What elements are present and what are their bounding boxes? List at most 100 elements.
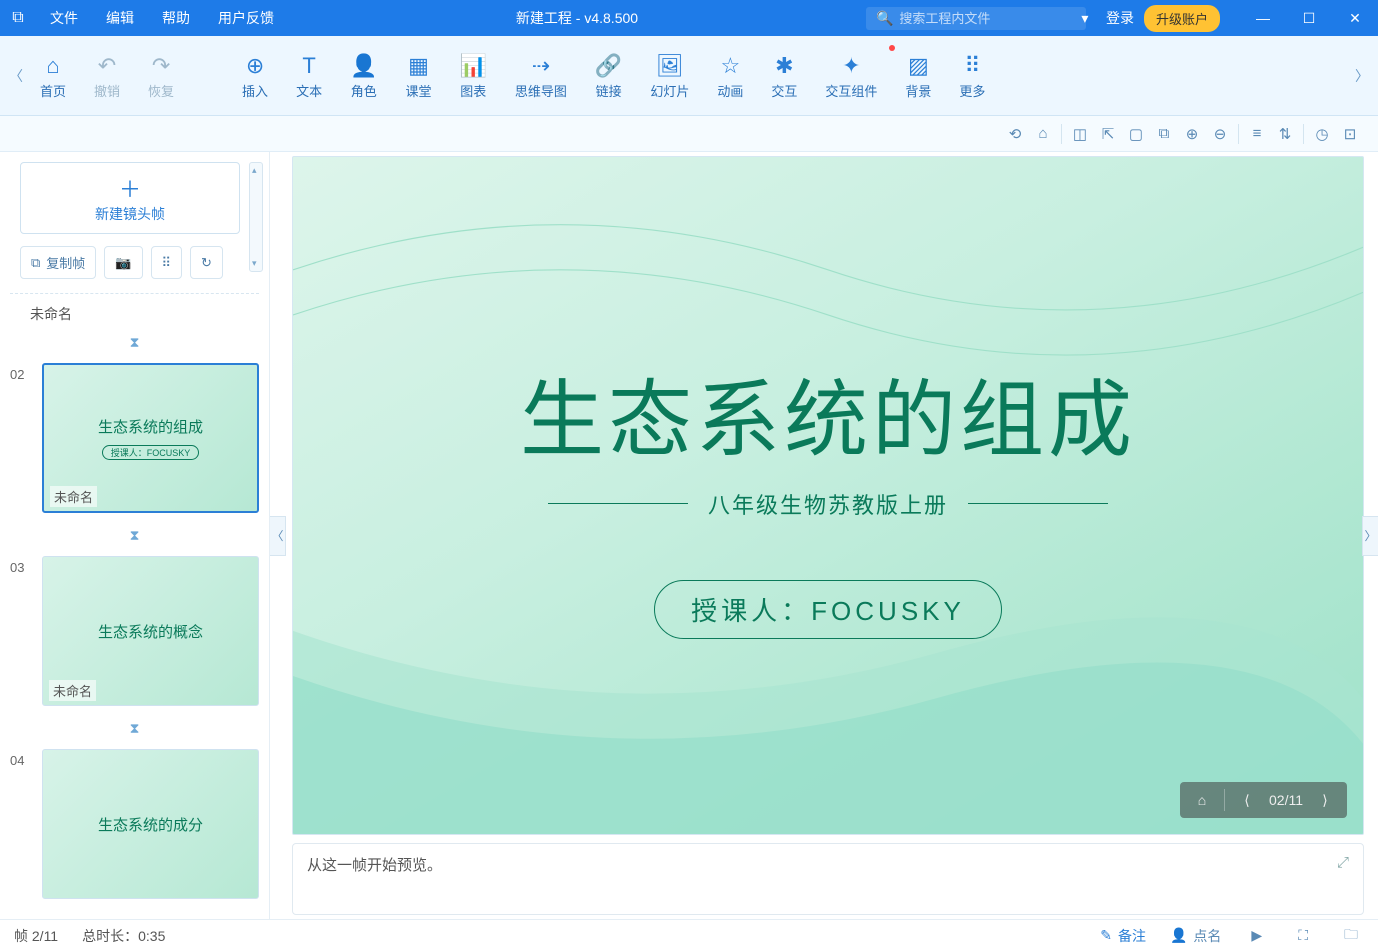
slide-panel: ＋ 新建镜头帧 ⧉复制帧 📷 ⠿ ↻ 未命名 ⧗ 02生态系统的组成授课人：FO… [0, 152, 270, 919]
ribbon-icon: ↶ [98, 51, 116, 81]
slide-subtitle[interactable]: 八年级生物苏教版上册 [708, 488, 948, 520]
divider-left [548, 503, 688, 504]
close-button[interactable]: ✕ [1332, 10, 1378, 27]
ribbon-幻灯片[interactable]: 🖼幻灯片 [636, 45, 703, 106]
status-bar: 帧 2/11 总时长：0:35 ✎备注 👤点名 ▶ ⛶ 🗀 [0, 919, 1378, 951]
tool2-btn-8[interactable]: ≡ [1243, 121, 1271, 147]
nav-prev-icon[interactable]: ⟨ [1233, 792, 1261, 809]
loop-icon: ↻ [201, 255, 212, 271]
ribbon-label: 课堂 [405, 81, 431, 100]
expand-notes-icon[interactable]: ⤢ [1337, 854, 1349, 871]
ribbon-icon: ⊕ [246, 51, 264, 81]
ribbon-scroll-left[interactable]: 〈 [6, 66, 26, 86]
ribbon-label: 角色 [351, 81, 377, 100]
menu-file[interactable]: 文件 [36, 0, 92, 36]
ribbon-图表[interactable]: 📊图表 [446, 45, 501, 106]
ribbon-交互[interactable]: ✱交互 [757, 45, 811, 106]
ribbon-思维导图[interactable]: ⇢思维导图 [501, 45, 581, 106]
ribbon-链接[interactable]: 🔗链接 [581, 45, 636, 106]
ribbon-背景[interactable]: ▨背景 [891, 45, 945, 106]
login-link[interactable]: 登录 [1106, 8, 1134, 28]
rollcall-button[interactable]: 👤点名 [1170, 926, 1221, 946]
ribbon-首页[interactable]: ⌂首页 [26, 45, 80, 106]
fit-icon[interactable]: ⛶ [1292, 927, 1314, 944]
thumb-name: 未命名 [50, 486, 97, 507]
ribbon-角色[interactable]: 👤角色 [336, 45, 391, 106]
tool2-btn-11[interactable]: ⊡ [1336, 121, 1364, 147]
thumb-title: 生态系统的概念 [98, 621, 203, 642]
ribbon-label: 链接 [596, 81, 622, 100]
transition-indicator-03[interactable]: ⧗ [10, 716, 259, 749]
tool2-btn-3[interactable]: ⇱ [1094, 121, 1122, 147]
transition-indicator-02[interactable]: ⧗ [10, 523, 259, 556]
teacher-pill[interactable]: 授课人：FOCUSKY [654, 580, 1002, 639]
collapse-right-handle[interactable]: 〉 [1362, 516, 1378, 556]
rollcall-label: 点名 [1193, 926, 1221, 946]
chevron-down-icon[interactable]: ▾ [1081, 10, 1088, 27]
tool2-btn-6[interactable]: ⊕ [1178, 121, 1206, 147]
ribbon-icon: ▦ [408, 51, 429, 81]
tool2-btn-4[interactable]: ▢ [1122, 121, 1150, 147]
transition-indicator-01[interactable]: ⧗ [10, 330, 259, 363]
app-logo-icon: ⧉ [0, 9, 36, 27]
slide-title[interactable]: 生态系统的组成 [520, 353, 1136, 474]
nav-home-icon[interactable]: ⌂ [1188, 792, 1216, 808]
ribbon-恢复: ↷恢复 [134, 45, 188, 106]
copy-frame-button[interactable]: ⧉复制帧 [20, 246, 96, 279]
minimize-button[interactable]: — [1240, 10, 1286, 27]
camera-button[interactable]: 📷 [104, 246, 142, 279]
divider-right [968, 503, 1108, 504]
ribbon-icon: ⌂ [46, 51, 59, 81]
plus-icon: ＋ [119, 172, 141, 204]
ribbon-label: 插入 [242, 81, 268, 100]
canvas-nav: ⌂ ⟨ 02/11 ⟩ [1180, 782, 1347, 818]
collapse-left-handle[interactable]: 〈 [270, 516, 286, 556]
ribbon-label: 幻灯片 [650, 81, 689, 100]
tool2-btn-1[interactable]: ⌂ [1029, 121, 1057, 147]
ribbon-交互组件[interactable]: ✦交互组件 [811, 45, 891, 106]
ribbon-课堂[interactable]: ▦课堂 [391, 45, 445, 106]
notes-panel[interactable]: 从这一帧开始预览。 ⤢ [292, 843, 1364, 915]
ribbon-icon: ✦ [842, 51, 860, 81]
ribbon-文本[interactable]: T文本 [282, 45, 336, 106]
slide-canvas[interactable]: 生态系统的组成 八年级生物苏教版上册 授课人：FOCUSKY ⌂ ⟨ 02/11… [292, 156, 1364, 835]
project-search[interactable]: 🔍 ▾ [866, 7, 1086, 30]
tool2-btn-5[interactable]: ⧉ [1150, 121, 1178, 147]
nav-next-icon[interactable]: ⟩ [1311, 792, 1339, 809]
secondary-toolbar: ⟲⌂ ◫⇱▢⧉⊕⊖ ≡⇅ ◷⊡ [0, 116, 1378, 152]
qr-button[interactable]: ⠿ [151, 246, 183, 279]
ribbon-scroll-right[interactable]: 〉 [1352, 66, 1372, 86]
upgrade-button[interactable]: 升级账户 [1144, 5, 1220, 32]
ribbon-label: 动画 [717, 81, 743, 100]
present-icon[interactable]: ▶ [1245, 927, 1268, 944]
remark-button[interactable]: ✎备注 [1100, 926, 1146, 946]
thumb-04[interactable]: 生态系统的成分 [42, 749, 259, 899]
menu-feedback[interactable]: 用户反馈 [204, 0, 288, 36]
sidebar-scroll[interactable] [249, 162, 263, 272]
tool2-btn-7[interactable]: ⊖ [1206, 121, 1234, 147]
ribbon-动画[interactable]: ☆动画 [703, 45, 757, 106]
tool2-btn-0[interactable]: ⟲ [1001, 121, 1029, 147]
ribbon-label: 背景 [905, 81, 931, 100]
thumb-03[interactable]: 生态系统的概念未命名 [42, 556, 259, 706]
title-bar: ⧉ 文件 编辑 帮助 用户反馈 新建工程 - v4.8.500 🔍 ▾ 登录 升… [0, 0, 1378, 36]
menu-help[interactable]: 帮助 [148, 0, 204, 36]
tool2-btn-9[interactable]: ⇅ [1271, 121, 1299, 147]
folder-icon[interactable]: 🗀 [1338, 924, 1364, 948]
thumb-row-02: 02生态系统的组成授课人：FOCUSKY未命名 [10, 363, 259, 513]
ribbon-label: 恢复 [148, 81, 174, 100]
menu-edit[interactable]: 编辑 [92, 0, 148, 36]
loop-button[interactable]: ↻ [190, 246, 223, 279]
thumb-02[interactable]: 生态系统的组成授课人：FOCUSKY未命名 [42, 363, 259, 513]
qr-icon: ⠿ [162, 255, 172, 271]
maximize-button[interactable]: ☐ [1286, 10, 1332, 27]
new-frame-button[interactable]: ＋ 新建镜头帧 [20, 162, 240, 234]
tool2-btn-10[interactable]: ◷ [1308, 121, 1336, 147]
ribbon-icon: 👤 [350, 51, 377, 81]
ribbon-插入[interactable]: ⊕插入 [228, 45, 282, 106]
notes-text[interactable]: 从这一帧开始预览。 [307, 854, 442, 875]
thumb-pill: 授课人：FOCUSKY [102, 445, 200, 460]
ribbon-更多[interactable]: ⠿更多 [945, 45, 999, 106]
tool2-btn-2[interactable]: ◫ [1066, 121, 1094, 147]
search-input[interactable] [899, 11, 1075, 26]
